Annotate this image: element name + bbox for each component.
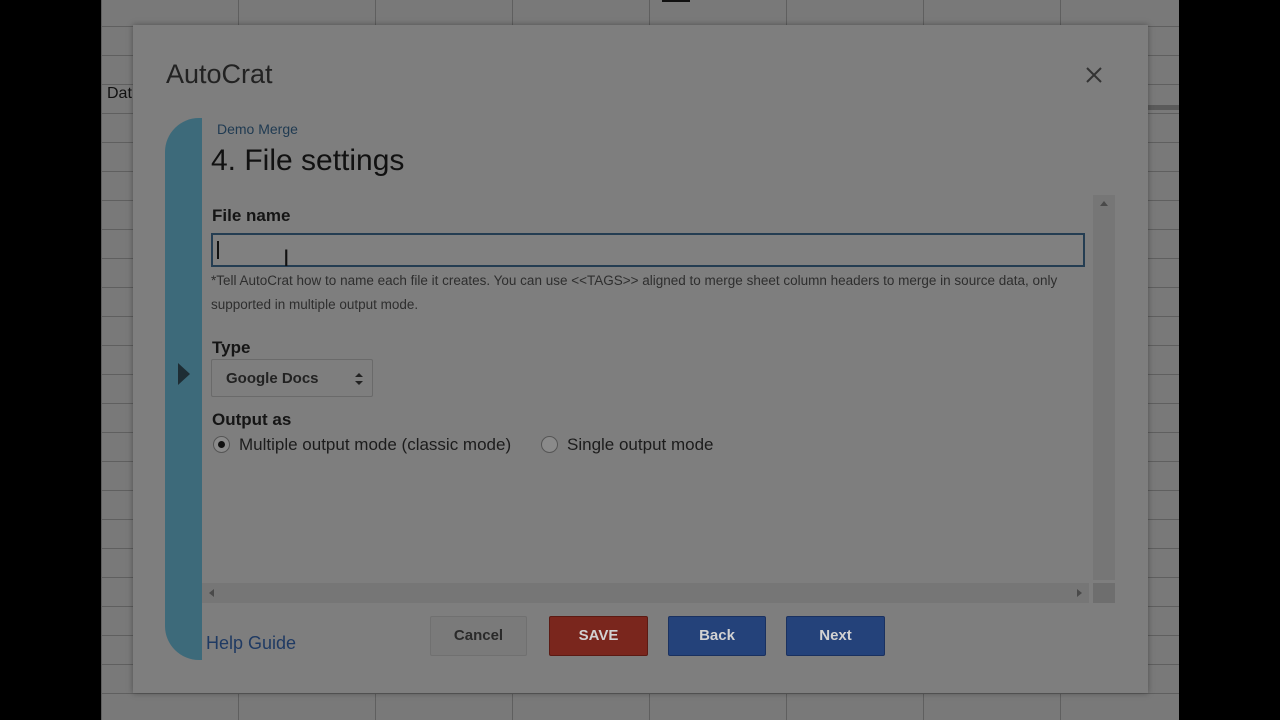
sheet-selection-indicator: [662, 0, 690, 2]
next-button[interactable]: Next: [786, 616, 885, 656]
help-guide-link[interactable]: Help Guide: [206, 633, 296, 654]
radio-multiple-output-label[interactable]: Multiple output mode (classic mode): [239, 435, 511, 455]
progress-side-stripe[interactable]: [165, 118, 202, 660]
expand-arrow-icon[interactable]: [178, 363, 190, 385]
type-select[interactable]: Google Docs: [211, 359, 373, 397]
autocrat-dialog: AutoCrat Demo Merge 4. File settings Fil…: [133, 25, 1148, 693]
radio-selected-dot: [218, 441, 225, 448]
close-icon[interactable]: [1082, 63, 1106, 87]
horizontal-scrollbar[interactable]: [202, 583, 1089, 603]
vertical-scrollbar[interactable]: [1093, 195, 1115, 593]
save-button[interactable]: SAVE: [549, 616, 648, 656]
select-arrows-icon: [355, 373, 363, 385]
radio-multiple-output[interactable]: [213, 436, 230, 453]
file-name-help-text: *Tell AutoCrat how to name each file it …: [211, 273, 1058, 312]
text-caret: [217, 241, 219, 259]
merge-name: Demo Merge: [217, 121, 298, 137]
scroll-up-icon[interactable]: [1100, 201, 1108, 206]
file-name-input[interactable]: [211, 233, 1085, 267]
radio-single-output[interactable]: [541, 436, 558, 453]
back-button[interactable]: Back: [668, 616, 766, 656]
sheet-cell-text: Dat: [107, 85, 132, 102]
scroll-right-icon[interactable]: [1077, 589, 1082, 597]
type-label: Type: [212, 338, 251, 357]
scrollbar-corner: [1093, 583, 1115, 603]
cancel-button[interactable]: Cancel: [430, 616, 527, 656]
radio-single-output-label[interactable]: Single output mode: [567, 435, 714, 455]
sheet-column-marker: [1146, 105, 1179, 110]
step-title: 4. File settings: [211, 144, 405, 177]
scroll-left-icon[interactable]: [209, 589, 214, 597]
dialog-title: AutoCrat: [166, 59, 273, 89]
type-select-value: Google Docs: [226, 370, 319, 387]
output-as-label: Output as: [212, 410, 292, 429]
file-name-label: File name: [212, 206, 291, 225]
